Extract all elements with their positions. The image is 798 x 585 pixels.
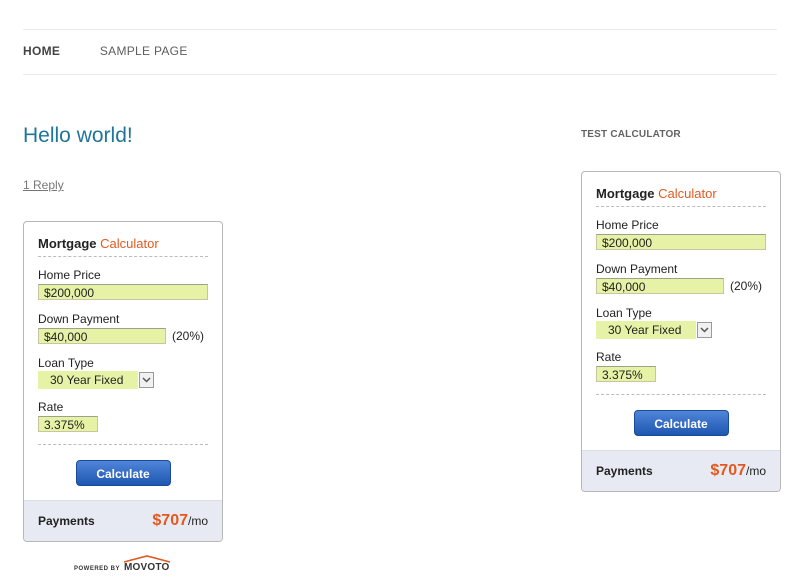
calculate-button[interactable]: Calculate bbox=[75, 460, 171, 487]
rate-label: Rate bbox=[38, 400, 64, 415]
payments-bar: Payments $707/mo bbox=[24, 500, 222, 542]
home-price-label: Home Price bbox=[38, 268, 101, 282]
movoto-logo: MOVOTO bbox=[123, 555, 171, 573]
loan-type-label: Loan Type bbox=[38, 356, 94, 370]
down-payment-percent: (20%) bbox=[730, 278, 763, 293]
payments-label: Payments bbox=[38, 514, 95, 529]
movoto-brand: MOVOTO bbox=[124, 562, 170, 573]
home-price-label: Home Price bbox=[596, 218, 659, 232]
payments-amount: $707 bbox=[710, 462, 746, 480]
calculator-title-accent: Calculator bbox=[658, 186, 717, 201]
payments-bar: Payments $707/mo bbox=[582, 450, 780, 492]
main-nav: HOME SAMPLE PAGE bbox=[23, 44, 224, 58]
nav-bottom-border bbox=[23, 74, 777, 75]
nav-item-home[interactable]: HOME bbox=[23, 44, 60, 58]
mortgage-calculator-post: Mortgage Calculator Home Price $200,000 … bbox=[23, 221, 223, 543]
post-title[interactable]: Hello world! bbox=[23, 124, 133, 148]
calculator-title-main: Mortgage bbox=[38, 236, 97, 251]
calculator-title-accent: Calculator bbox=[100, 236, 159, 251]
down-payment-input[interactable]: $40,000 bbox=[38, 327, 166, 344]
payments-amount: $707 bbox=[152, 512, 188, 530]
calculator-title: Mortgage Calculator bbox=[38, 236, 208, 257]
calculator-title: Mortgage Calculator bbox=[596, 186, 766, 207]
down-payment-label: Down Payment bbox=[596, 262, 678, 276]
calculate-button[interactable]: Calculate bbox=[633, 410, 729, 437]
loan-type-value: 30 Year Fixed bbox=[38, 371, 138, 389]
loan-type-select[interactable]: 30 Year Fixed bbox=[596, 321, 712, 339]
chevron-down-icon[interactable] bbox=[697, 322, 712, 338]
loan-type-value: 30 Year Fixed bbox=[596, 321, 696, 339]
nav-top-border bbox=[23, 29, 777, 30]
rate-label: Rate bbox=[596, 350, 622, 365]
loan-type-label: Loan Type bbox=[596, 306, 652, 320]
payments-unit: /mo bbox=[745, 464, 766, 479]
chevron-down-icon[interactable] bbox=[139, 372, 154, 388]
home-price-input[interactable]: $200,000 bbox=[596, 233, 766, 250]
reply-link[interactable]: 1 Reply bbox=[23, 178, 64, 192]
down-payment-percent: (20%) bbox=[172, 328, 205, 343]
payments-label: Payments bbox=[596, 464, 653, 479]
widget-title: TEST CALCULATOR bbox=[581, 129, 681, 140]
powered-by-label: POWERED BY bbox=[74, 566, 121, 572]
down-payment-label: Down Payment bbox=[38, 312, 120, 326]
rate-input[interactable]: 3.375% bbox=[596, 366, 656, 382]
calculator-title-main: Mortgage bbox=[596, 186, 655, 201]
payments-unit: /mo bbox=[187, 514, 208, 529]
nav-item-sample-page[interactable]: SAMPLE PAGE bbox=[100, 44, 188, 58]
mortgage-calculator-widget: Mortgage Calculator Home Price $200,000 … bbox=[581, 171, 781, 493]
powered-by-movoto[interactable]: POWERED BY MOVOTO bbox=[74, 555, 171, 573]
loan-type-select[interactable]: 30 Year Fixed bbox=[38, 371, 154, 389]
down-payment-input[interactable]: $40,000 bbox=[596, 277, 724, 294]
home-price-input[interactable]: $200,000 bbox=[38, 283, 208, 300]
house-roof-icon bbox=[123, 555, 171, 563]
rate-input[interactable]: 3.375% bbox=[38, 416, 98, 432]
